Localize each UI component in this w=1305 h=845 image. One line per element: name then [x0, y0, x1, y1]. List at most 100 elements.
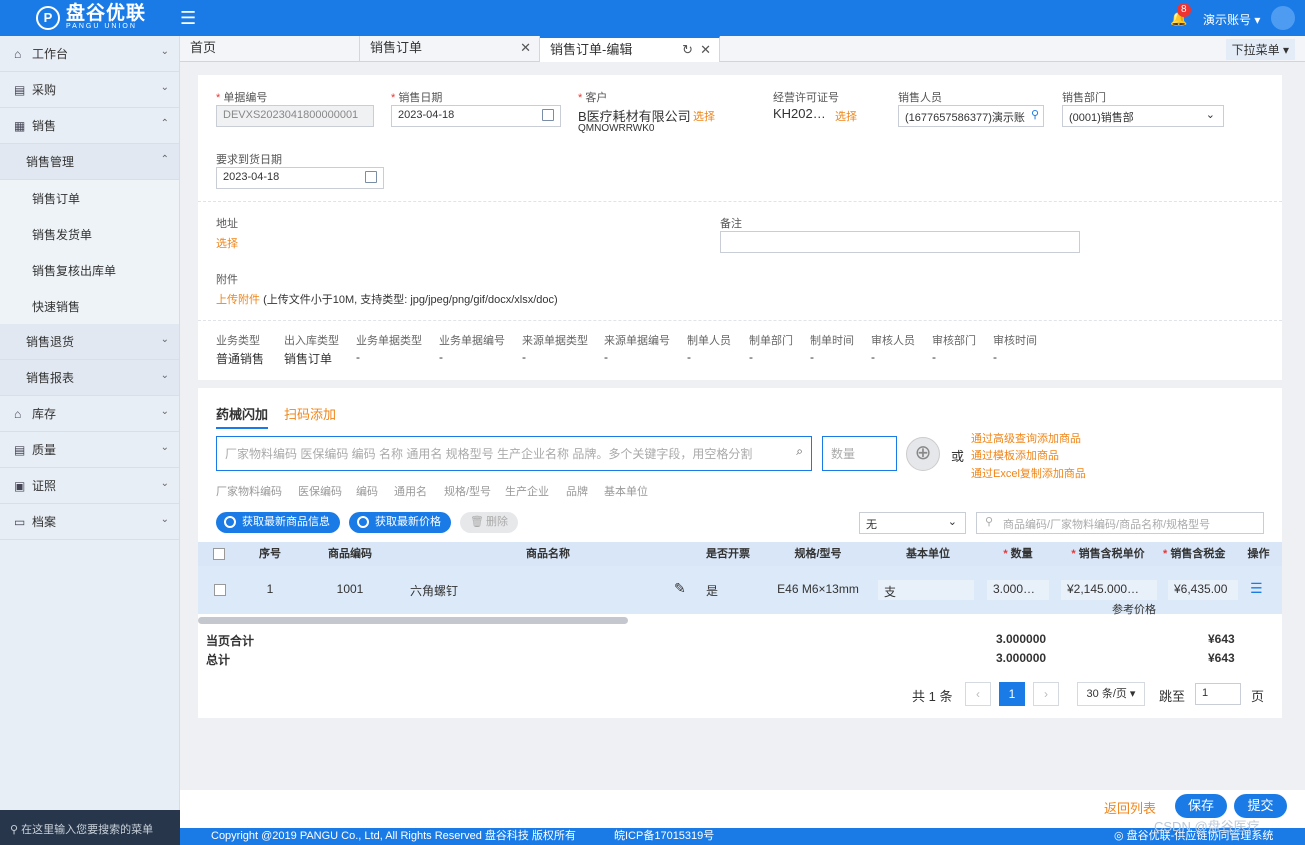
brand-icon: ◎ — [1114, 830, 1127, 842]
save-button[interactable]: 保存 — [1175, 794, 1227, 818]
search-icon[interactable]: ⚲ — [1031, 108, 1039, 121]
filter-search-input[interactable]: ⚲ 商品编码/厂家物料编码/商品名称/规格型号 — [976, 512, 1264, 534]
advanced-query-link[interactable]: 通过高级查询添加商品 — [971, 430, 1081, 446]
goto-label: 跳至 — [1159, 689, 1186, 704]
page-size-select[interactable]: 30 条/页 ▾ — [1077, 682, 1145, 706]
col-seq: 序号 — [259, 548, 281, 560]
sidebar-item-purchase[interactable]: ▤ 采购 ⌄ — [0, 72, 179, 108]
next-page-button[interactable]: › — [1033, 682, 1059, 706]
tab-scan-add[interactable]: 扫码添加 — [284, 404, 336, 423]
sidebar-item-sales-review[interactable]: 销售复核出库单 — [0, 252, 179, 288]
sale-date-field[interactable]: 2023-04-18 — [391, 105, 561, 127]
field-hint: 品牌 — [566, 486, 588, 498]
salesman-label: 销售人员 — [898, 92, 942, 104]
cell-qty[interactable]: 3.000… — [987, 580, 1049, 600]
license-select-link[interactable]: 选择 — [835, 108, 857, 124]
goods-card: 药械闪加 扫码添加 厂家物料编码 医保编码 编码 名称 通用名 规格型号 生产企… — [198, 388, 1282, 718]
meta-header: 业务单据类型 — [356, 335, 422, 347]
account-menu[interactable]: 演示账号 ▾ — [1203, 11, 1260, 28]
salesman-field[interactable]: (1677657586377)演示账 ⚲ — [898, 105, 1044, 127]
row-menu-icon[interactable]: ☰ — [1250, 580, 1263, 597]
menu-search-placeholder: 在这里输入您要搜索的菜单 — [21, 824, 154, 836]
close-icon[interactable]: ✕ — [700, 38, 711, 62]
back-to-list-link[interactable]: 返回列表 — [1104, 798, 1156, 817]
warehouse-icon: ⌂ — [14, 406, 22, 421]
logo-icon: P — [36, 5, 60, 30]
horizontal-scrollbar[interactable] — [198, 617, 628, 624]
dept-select[interactable]: (0001)销售部 ⌄ — [1062, 105, 1224, 127]
template-add-link[interactable]: 通过模板添加商品 — [971, 447, 1059, 463]
brand-logo[interactable]: P 盘谷优联 PANGU UNION — [36, 4, 146, 30]
reference-price-link[interactable]: 参考价格 — [1112, 601, 1156, 617]
sidebar-item-label: 档案 — [32, 515, 57, 529]
tab-label: 销售订单 — [370, 40, 423, 55]
sidebar-item-quick-sale[interactable]: 快速销售 — [0, 288, 179, 324]
col-invoice: 是否开票 — [706, 548, 750, 560]
chevron-down-icon: ⌄ — [160, 406, 169, 417]
list-search-icon[interactable]: ⌕ — [796, 444, 803, 459]
cell-name[interactable]: 六角螺钉 — [410, 582, 458, 599]
col-qty: * 数量 — [1003, 548, 1033, 560]
sidebar-item-archive[interactable]: ▭ 档案 ⌄ — [0, 504, 179, 540]
refresh-info-button[interactable]: 获取最新商品信息 — [216, 512, 340, 533]
upload-link[interactable]: 上传附件 — [216, 294, 260, 306]
excel-add-link[interactable]: 通过Excel复制添加商品 — [971, 465, 1086, 481]
sidebar-item-quality[interactable]: ▤ 质量 ⌄ — [0, 432, 179, 468]
filter-select[interactable]: 无 ⌄ — [859, 512, 966, 534]
sidebar-item-sales-management[interactable]: 销售管理 ⌃ — [0, 144, 179, 180]
sidebar-item-license[interactable]: ▣ 证照 ⌄ — [0, 468, 179, 504]
sidebar-item-inventory[interactable]: ⌂ 库存 ⌄ — [0, 396, 179, 432]
cell-price[interactable]: ¥2,145.000… — [1061, 580, 1157, 600]
sidebar-item-sales-order[interactable]: 销售订单 — [0, 180, 179, 216]
sidebar-item-workbench[interactable]: ⌂ 工作台 ⌄ — [0, 36, 179, 72]
select-all-checkbox[interactable] — [213, 548, 225, 561]
page-1-button[interactable]: 1 — [999, 682, 1025, 706]
add-icon[interactable]: ⊕ — [906, 437, 940, 471]
cell-amount[interactable]: ¥6,435.00 — [1168, 580, 1238, 600]
field-hint: 生产企业 — [505, 486, 549, 498]
goto-page-input[interactable]: 1 — [1195, 683, 1241, 705]
refresh-price-button[interactable]: 获取最新价格 — [349, 512, 451, 533]
quantity-input[interactable]: 数量 — [822, 436, 897, 471]
avatar[interactable] — [1271, 6, 1295, 30]
upload-row: 上传附件 (上传文件小于10M, 支持类型: jpg/jpeg/png/gif/… — [216, 291, 558, 307]
sidebar-item-sales-return[interactable]: 销售退货 ⌄ — [0, 324, 179, 360]
tab-dropdown-menu[interactable]: 下拉菜单 ▾ — [1225, 39, 1295, 60]
col-op: 操作 — [1247, 548, 1270, 560]
delete-button[interactable]: 🗑 删除 — [460, 512, 518, 533]
hamburger-menu-icon[interactable]: ☰ — [180, 8, 196, 29]
meta-header: 出入库类型 — [284, 335, 339, 347]
prev-page-button[interactable]: ‹ — [965, 682, 991, 706]
cell-unit[interactable]: 支 — [878, 580, 974, 600]
meta-header: 审核人员 — [871, 335, 915, 347]
cell-code: 1001 — [336, 582, 364, 596]
address-select-link[interactable]: 选择 — [216, 235, 238, 251]
goods-search-input[interactable]: 厂家物料编码 医保编码 编码 名称 通用名 规格型号 生产企业名称 品牌。多个关… — [216, 436, 812, 471]
sidebar-item-sales-report[interactable]: 销售报表 ⌄ — [0, 360, 179, 396]
remark-field[interactable] — [720, 231, 1080, 253]
refresh-icon[interactable]: ↻ — [682, 38, 693, 62]
refresh-icon — [224, 516, 236, 528]
tab-sales-order[interactable]: 销售订单 ✕ — [360, 36, 540, 62]
address-label: 地址 — [216, 218, 238, 230]
table-row[interactable]: 1 1001 六角螺钉 ✎ 是 E46 M6×13mm 支 3.000… ¥2,… — [198, 566, 1282, 617]
sidebar-item-sales-delivery[interactable]: 销售发货单 — [0, 216, 179, 252]
footer: Copyright @2019 PANGU Co., Ltd, All Righ… — [180, 819, 1305, 845]
icp-link[interactable]: 皖ICP备17015319号 — [614, 828, 714, 845]
delivery-date-field[interactable]: 2023-04-18 — [216, 167, 384, 189]
edit-icon[interactable]: ✎ — [674, 580, 686, 597]
customer-select-link[interactable]: 选择 — [693, 108, 715, 124]
menu-search-input[interactable]: ⚲ 在这里输入您要搜索的菜单 — [0, 810, 180, 845]
meta-value: - — [993, 350, 997, 364]
close-icon[interactable]: ✕ — [520, 36, 531, 60]
chevron-down-icon: ⌄ — [160, 334, 169, 345]
submit-button[interactable]: 提交 — [1234, 794, 1287, 818]
row-checkbox[interactable] — [214, 584, 226, 596]
tab-quick-add[interactable]: 药械闪加 — [216, 404, 269, 429]
meta-header: 制单时间 — [810, 335, 854, 347]
tab-home[interactable]: 首页 — [180, 36, 360, 62]
tab-sales-order-edit[interactable]: 销售订单-编辑 ↻ ✕ — [540, 36, 720, 62]
meta-value: - — [687, 350, 691, 364]
license-label: 经营许可证号 — [773, 92, 839, 104]
sidebar-item-sales[interactable]: ▦ 销售 ⌃ — [0, 108, 179, 144]
